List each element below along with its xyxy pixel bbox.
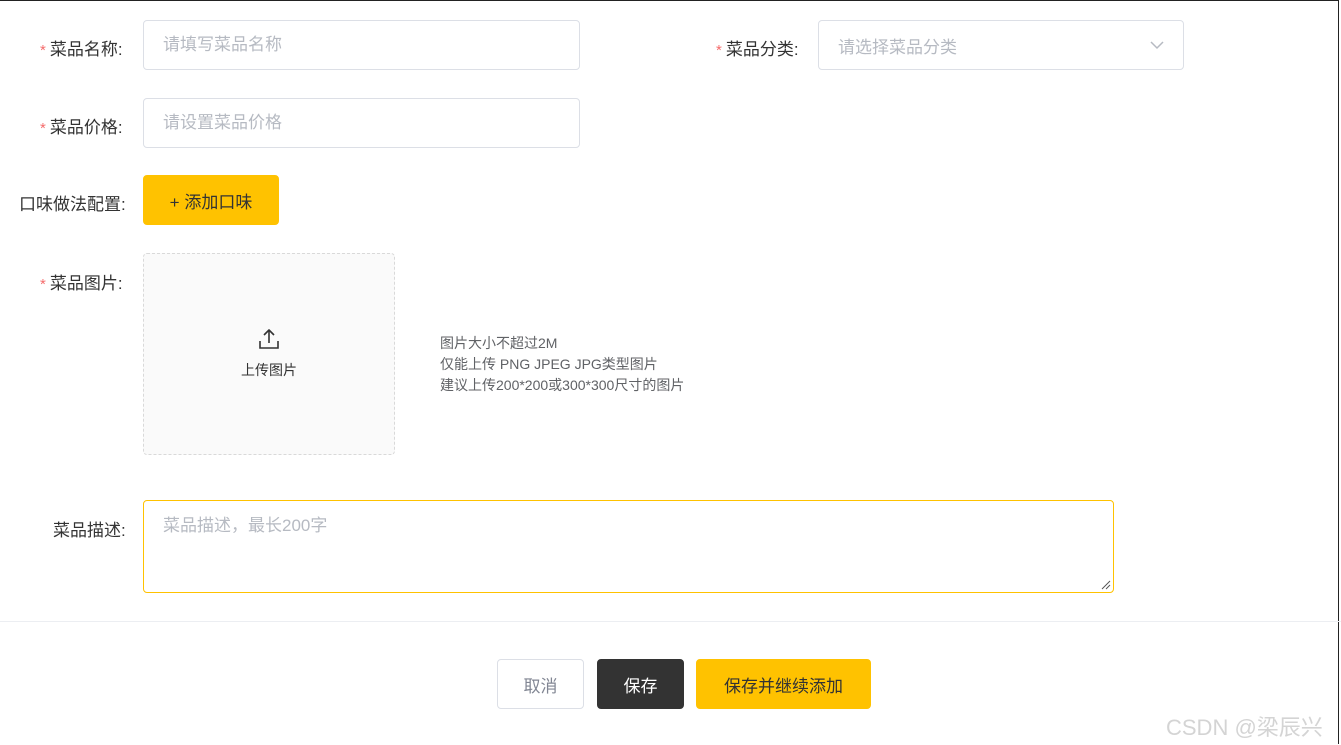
upload-tips: 图片大小不超过2M 仅能上传 PNG JPEG JPG类型图片 建议上传200*… — [440, 333, 684, 396]
dish-category-label: * 菜品分类: — [716, 35, 799, 60]
save-and-continue-button[interactable]: 保存并继续添加 — [696, 659, 871, 709]
save-button[interactable]: 保存 — [597, 659, 684, 709]
required-mark: * — [40, 276, 46, 293]
dish-category-label-text: 菜品分类: — [725, 40, 799, 59]
dish-price-label-text: 菜品价格: — [49, 118, 123, 137]
upload-icon — [259, 329, 279, 349]
required-mark: * — [40, 120, 46, 137]
upload-text: 上传图片 — [241, 362, 297, 378]
tip-size: 图片大小不超过2M — [440, 335, 558, 351]
resize-handle-icon[interactable] — [1101, 580, 1111, 590]
dish-price-input[interactable] — [143, 98, 580, 148]
image-upload-area[interactable]: 上传图片 — [143, 253, 395, 455]
required-mark: * — [40, 42, 46, 59]
dish-description-label: 菜品描述: — [53, 521, 126, 540]
cancel-button[interactable]: 取消 — [497, 659, 584, 709]
footer-divider — [0, 621, 1341, 622]
chevron-down-icon — [1150, 41, 1164, 50]
dish-price-label: * 菜品价格: — [40, 113, 123, 138]
dish-description-textarea[interactable] — [143, 500, 1114, 593]
dish-name-label-text: 菜品名称: — [49, 40, 123, 59]
dish-image-label-text: 菜品图片: — [49, 274, 123, 293]
add-flavor-button[interactable]: + 添加口味 — [143, 175, 279, 225]
dish-name-label: * 菜品名称: — [40, 35, 123, 60]
dish-category-select[interactable]: 请选择菜品分类 — [818, 20, 1184, 70]
watermark: CSDN @梁辰兴 — [1166, 715, 1323, 740]
dish-category-placeholder: 请选择菜品分类 — [838, 37, 957, 57]
required-mark: * — [716, 42, 722, 59]
tip-dimension: 建议上传200*200或300*300尺寸的图片 — [440, 377, 685, 393]
flavor-config-label: 口味做法配置: — [19, 195, 126, 214]
dish-image-label: * 菜品图片: — [40, 269, 123, 294]
dish-name-input[interactable] — [143, 20, 580, 70]
tip-format: 仅能上传 PNG JPEG JPG类型图片 — [440, 356, 658, 372]
